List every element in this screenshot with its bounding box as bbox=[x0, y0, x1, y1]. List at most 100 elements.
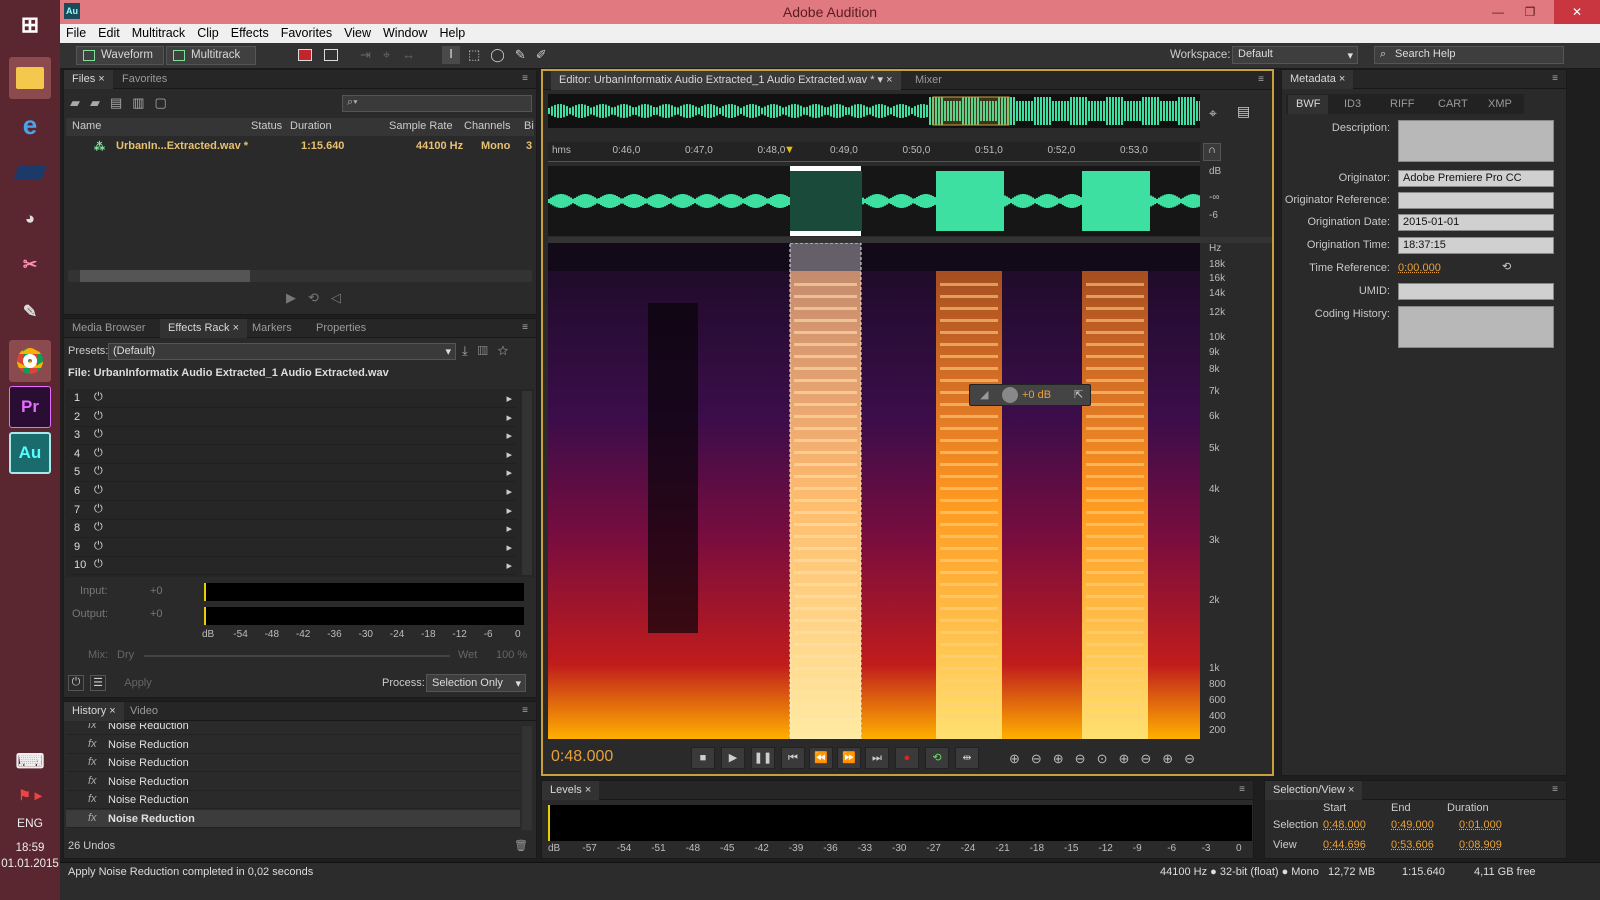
history-item[interactable]: fx Noise Reduction bbox=[66, 773, 520, 791]
panel-menu-icon[interactable]: ≡ bbox=[1552, 73, 1558, 84]
menu-view[interactable]: View bbox=[338, 24, 377, 40]
windows-start-icon[interactable]: ⊞ bbox=[9, 4, 51, 46]
tab-media-browser[interactable]: Media Browser bbox=[64, 319, 153, 338]
selection-duration[interactable]: 0:01.000 bbox=[1459, 819, 1502, 831]
pen-tool-icon[interactable]: ✎ bbox=[9, 291, 51, 333]
presets-select[interactable]: (Default) ▾ bbox=[108, 343, 456, 360]
internet-explorer-icon[interactable]: e bbox=[9, 104, 51, 146]
waveform-view-button[interactable]: Waveform bbox=[76, 46, 164, 65]
meta-field[interactable] bbox=[1398, 192, 1554, 209]
multitrack-view-button[interactable]: Multitrack bbox=[166, 46, 256, 65]
power-icon[interactable]: ⏻ bbox=[94, 465, 103, 478]
history-item[interactable]: fx Noise Reduction bbox=[66, 810, 520, 828]
power-icon[interactable]: ⏻ bbox=[94, 410, 103, 423]
time-ruler[interactable]: hms 0:46,0 0:47,0 0:48,0 0:49,0 0:50,0 0:51,0 0… bbox=[548, 142, 1200, 162]
panel-menu-icon[interactable]: ≡ bbox=[1552, 784, 1558, 795]
menu-edit[interactable]: Edit bbox=[92, 24, 126, 40]
search-help-input[interactable]: ⌕ Search Help bbox=[1374, 46, 1564, 64]
process-select[interactable]: Selection Only ▾ bbox=[426, 674, 526, 692]
history-scrollbar[interactable] bbox=[522, 726, 532, 830]
files-playback-icons[interactable]: ▶⟲◁ bbox=[286, 290, 353, 306]
zoom-overview-icon[interactable]: ⌖ bbox=[1209, 105, 1217, 122]
effect-slot[interactable]: 8 ⏻ ▸ bbox=[70, 520, 516, 539]
tab-files[interactable]: Files × bbox=[64, 70, 113, 89]
subtab-cart[interactable]: CART bbox=[1430, 95, 1476, 114]
chevron-right-icon[interactable]: ▸ bbox=[506, 392, 512, 405]
output-gain[interactable]: +0 bbox=[150, 608, 163, 620]
meta-field[interactable] bbox=[1398, 120, 1554, 162]
trash-icon[interactable]: 🗑 bbox=[514, 839, 528, 852]
effect-slot[interactable]: 9 ⏻ ▸ bbox=[70, 539, 516, 557]
network-flag-icon[interactable]: ⚑ ▸ bbox=[9, 774, 51, 816]
rewind-button[interactable]: ⏪ bbox=[809, 747, 833, 769]
panel-menu-icon[interactable]: ≡ bbox=[1239, 784, 1245, 795]
overview-menu-icon[interactable]: ▤ bbox=[1237, 103, 1250, 120]
hud-volume-control[interactable]: ◢ +0 dB ⇱ bbox=[969, 384, 1091, 406]
panel-menu-icon[interactable]: ≡ bbox=[1258, 74, 1264, 85]
move-to-start-button[interactable]: ⏮ bbox=[781, 747, 805, 769]
col-channels[interactable]: Channels bbox=[464, 120, 510, 132]
fast-forward-button[interactable]: ⏩ bbox=[837, 747, 861, 769]
rack-list-icon[interactable]: ☰ bbox=[90, 675, 106, 691]
col-sample-rate[interactable]: Sample Rate bbox=[389, 120, 453, 132]
overview-waveform[interactable] bbox=[548, 94, 1200, 128]
selection-end[interactable]: 0:49.000 bbox=[1391, 819, 1434, 831]
menu-file[interactable]: File bbox=[60, 24, 92, 40]
subtab-riff[interactable]: RIFF bbox=[1382, 95, 1422, 114]
pause-button[interactable]: ❚❚ bbox=[751, 747, 775, 769]
effect-slot[interactable]: 4 ⏻ ▸ bbox=[70, 446, 516, 464]
history-item[interactable]: fx Noise Reduction bbox=[66, 723, 520, 735]
loop-button[interactable]: ⟲ bbox=[925, 747, 949, 769]
power-icon[interactable]: ⏻ bbox=[94, 558, 103, 571]
chevron-right-icon[interactable]: ▸ bbox=[506, 541, 512, 554]
panel-menu-icon[interactable]: ≡ bbox=[522, 73, 528, 84]
effect-slot[interactable]: 6 ⏻ ▸ bbox=[70, 483, 516, 501]
effect-slot[interactable]: 2 ⏻ ▸ bbox=[70, 409, 516, 427]
time-reference-value[interactable]: 0:00.000 bbox=[1398, 262, 1441, 274]
chevron-right-icon[interactable]: ▸ bbox=[506, 485, 512, 498]
menu-window[interactable]: Window bbox=[377, 24, 433, 40]
power-icon[interactable]: ⏻ bbox=[94, 521, 103, 534]
file-row[interactable]: ⁂ UrbanIn...Extracted.wav * 1:15.640 441… bbox=[66, 138, 534, 156]
spectral-display[interactable] bbox=[548, 243, 1200, 739]
menu-effects[interactable]: Effects bbox=[225, 24, 275, 40]
waveform-view[interactable] bbox=[548, 166, 1200, 236]
tab-properties[interactable]: Properties bbox=[308, 319, 374, 338]
view-duration[interactable]: 0:08.909 bbox=[1459, 839, 1502, 851]
restore-button[interactable]: ❐ bbox=[1516, 0, 1544, 24]
tab-editor[interactable]: Editor: UrbanInformatix Audio Extracted_… bbox=[551, 71, 901, 90]
tab-metadata[interactable]: Metadata × bbox=[1282, 70, 1354, 89]
spectral-pitch-icon[interactable] bbox=[324, 49, 338, 61]
playhead-icon[interactable]: ▼ bbox=[784, 144, 795, 156]
preset-action-icons[interactable]: ⤓▥☆ bbox=[462, 343, 518, 359]
chevron-right-icon[interactable]: ▸ bbox=[506, 522, 512, 535]
menu-clip[interactable]: Clip bbox=[191, 24, 225, 40]
view-start[interactable]: 0:44.696 bbox=[1323, 839, 1366, 851]
chevron-right-icon[interactable]: ▸ bbox=[506, 559, 512, 572]
tab-favorites[interactable]: Favorites bbox=[114, 70, 175, 89]
premiere-pro-icon[interactable]: Pr bbox=[9, 386, 51, 428]
col-status[interactable]: Status bbox=[251, 120, 282, 132]
tab-levels[interactable]: Levels × bbox=[542, 781, 600, 800]
chevron-right-icon[interactable]: ▸ bbox=[506, 429, 512, 442]
subtab-bwf[interactable]: BWF bbox=[1288, 95, 1329, 114]
stop-button[interactable]: ■ bbox=[691, 747, 715, 769]
menu-favorites[interactable]: Favorites bbox=[275, 24, 338, 40]
close-button[interactable]: ✕ bbox=[1554, 0, 1600, 24]
subtab-id3[interactable]: ID3 bbox=[1336, 95, 1369, 114]
panel-menu-icon[interactable]: ≡ bbox=[522, 322, 528, 333]
selection-tools-icons[interactable]: ⬚◯✎✐ bbox=[468, 47, 557, 63]
chevron-right-icon[interactable]: ▸ bbox=[506, 448, 512, 461]
meta-field[interactable]: 2015-01-01 bbox=[1398, 214, 1554, 231]
app-icon-3[interactable] bbox=[9, 152, 51, 194]
meta-field[interactable]: 18:37:15 bbox=[1398, 237, 1554, 254]
tab-selection-view[interactable]: Selection/View × bbox=[1265, 781, 1363, 800]
effect-slot[interactable]: 5 ⏻ ▸ bbox=[70, 464, 516, 483]
power-icon[interactable]: ⏻ bbox=[94, 447, 103, 460]
power-icon[interactable]: ⏻ bbox=[94, 540, 103, 553]
power-icon[interactable]: ⏻ bbox=[94, 391, 103, 404]
view-end[interactable]: 0:53.606 bbox=[1391, 839, 1434, 851]
file-explorer-icon[interactable] bbox=[9, 57, 51, 99]
minimize-button[interactable]: — bbox=[1484, 0, 1512, 24]
chevron-right-icon[interactable]: ▸ bbox=[506, 504, 512, 517]
